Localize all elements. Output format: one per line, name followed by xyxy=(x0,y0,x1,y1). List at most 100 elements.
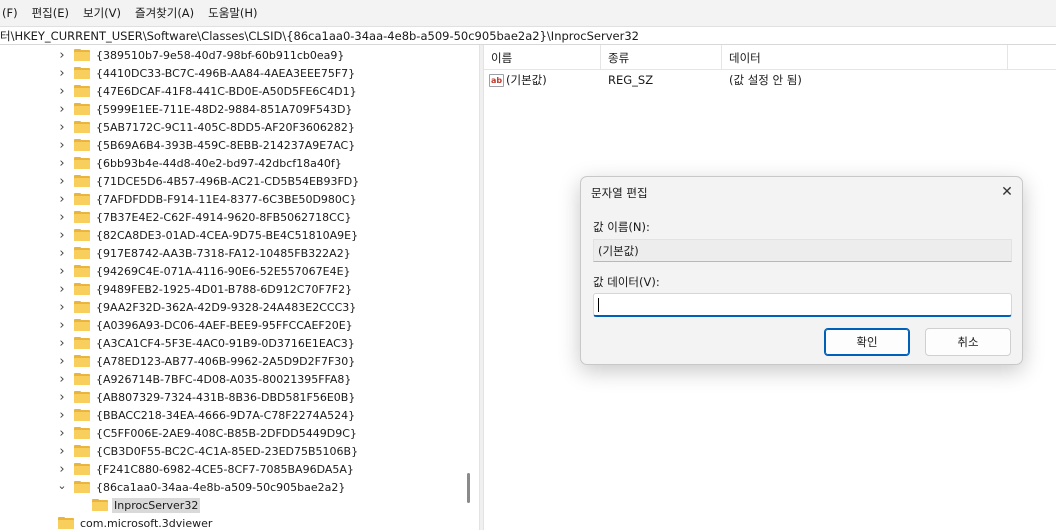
tree-item[interactable]: › {9489FEB2-1925-4D01-B788-6D912C70F7F2} xyxy=(0,280,470,298)
ok-button[interactable]: 확인 xyxy=(824,328,910,356)
tree-item[interactable]: › {F241C880-6982-4CE5-8CF7-7085BA96DA5A} xyxy=(0,460,470,478)
folder-icon xyxy=(74,391,90,403)
column-header-name[interactable]: 이름 xyxy=(484,45,601,70)
chevron-right-icon[interactable]: › xyxy=(56,244,68,262)
tree-item[interactable]: InprocServer32 xyxy=(0,496,470,514)
chevron-right-icon[interactable]: › xyxy=(56,208,68,226)
tree-item[interactable]: › {C5FF006E-2AE9-408C-B85B-2DFDD5449D9C} xyxy=(0,424,470,442)
tree-item[interactable]: › {389510b7-9e58-40d7-98bf-60b911cb0ea9} xyxy=(0,46,470,64)
folder-icon xyxy=(74,463,90,475)
tree-item[interactable]: › {CB3D0F55-BC2C-4C1A-85ED-23ED75B5106B} xyxy=(0,442,470,460)
tree-item-label: {7B37E4E2-C62F-4914-9620-8FB5062718CC} xyxy=(96,210,352,224)
tree-item[interactable]: ⌄ {86ca1aa0-34aa-4e8b-a509-50c905bae2a2} xyxy=(0,478,470,496)
tree-item-label: {86ca1aa0-34aa-4e8b-a509-50c905bae2a2} xyxy=(96,480,346,494)
chevron-right-icon[interactable]: › xyxy=(56,388,68,406)
tree-item[interactable]: › {A78ED123-AB77-406B-9962-2A5D9D2F7F30} xyxy=(0,352,470,370)
chevron-right-icon[interactable]: › xyxy=(56,406,68,424)
chevron-right-icon[interactable]: › xyxy=(56,334,68,352)
folder-icon xyxy=(74,301,90,313)
folder-icon xyxy=(74,85,90,97)
tree-scrollbar-thumb[interactable] xyxy=(467,473,470,503)
folder-icon xyxy=(74,337,90,349)
folder-icon xyxy=(74,265,90,277)
tree-item[interactable]: › {9AA2F32D-362A-42D9-9328-24A483E2CCC3} xyxy=(0,298,470,316)
tree-item[interactable]: › {A0396A93-DC06-4AEF-BEE9-95FFCCAEF20E} xyxy=(0,316,470,334)
tree-item[interactable]: › {94269C4E-071A-4116-90E6-52E557067E4E} xyxy=(0,262,470,280)
string-value-icon: ab xyxy=(489,73,504,87)
dialog-title: 문자열 편집 xyxy=(591,186,648,200)
tree-item-label: {BBACC218-34EA-4666-9D7A-C78F2274A524} xyxy=(96,408,356,422)
tree-item[interactable]: › {917E8742-AA3B-7318-FA12-10485FB322A2} xyxy=(0,244,470,262)
menu-edit[interactable]: 편집(E) xyxy=(25,5,76,21)
tree-item-label: {6bb93b4e-44d8-40e2-bd97-42dbcf18a40f} xyxy=(96,156,342,170)
chevron-right-icon[interactable]: › xyxy=(56,226,68,244)
chevron-right-icon[interactable]: › xyxy=(56,118,68,136)
menu-view[interactable]: 보기(V) xyxy=(76,5,128,21)
tree-item-label: {A926714B-7BFC-4D08-A035-80021395FFA8} xyxy=(96,372,352,386)
tree-item[interactable]: › {BBACC218-34EA-4666-9D7A-C78F2274A524} xyxy=(0,406,470,424)
folder-icon xyxy=(74,193,90,205)
tree-item[interactable]: › {A3CA1CF4-5F3E-4AC0-91B9-0D3716E1EAC3} xyxy=(0,334,470,352)
tree-item[interactable]: › {71DCE5D6-4B57-496B-AC21-CD5B54EB93FD} xyxy=(0,172,470,190)
menu-help[interactable]: 도움말(H) xyxy=(201,5,264,21)
value-data: (값 설정 안 됨) xyxy=(729,73,802,87)
chevron-right-icon[interactable]: › xyxy=(56,280,68,298)
tree-item[interactable]: com.microsoft.3dviewer xyxy=(0,514,470,530)
tree-item-label: {CB3D0F55-BC2C-4C1A-85ED-23ED75B5106B} xyxy=(96,444,359,458)
chevron-right-icon[interactable]: › xyxy=(56,190,68,208)
folder-icon xyxy=(74,427,90,439)
chevron-right-icon[interactable]: › xyxy=(56,424,68,442)
tree-item-label: {917E8742-AA3B-7318-FA12-10485FB322A2} xyxy=(96,246,351,260)
tree-item-label: {389510b7-9e58-40d7-98bf-60b911cb0ea9} xyxy=(96,48,345,62)
tree-item[interactable]: › {5B69A6B4-393B-459C-8EBB-214237A9E7AC} xyxy=(0,136,470,154)
close-icon[interactable]: ✕ xyxy=(997,182,1017,202)
tree-item[interactable]: › {A926714B-7BFC-4D08-A035-80021395FFA8} xyxy=(0,370,470,388)
value-data-input[interactable] xyxy=(593,293,1012,317)
column-header-type[interactable]: 종류 xyxy=(601,45,722,70)
tree-item[interactable]: › {47E6DCAF-41F8-441C-BD0E-A50D5FE6C4D1} xyxy=(0,82,470,100)
chevron-right-icon[interactable]: › xyxy=(56,154,68,172)
tree-item-label: {82CA8DE3-01AD-4CEA-9D75-BE4C51810A9E} xyxy=(96,228,359,242)
address-path[interactable]: 터\HKEY_CURRENT_USER\Software\Classes\CLS… xyxy=(0,28,639,44)
value-name-cell: ab (기본값) xyxy=(484,70,601,90)
tree-item[interactable]: › {7B37E4E2-C62F-4914-9620-8FB5062718CC} xyxy=(0,208,470,226)
tree-item-label: {9AA2F32D-362A-42D9-9328-24A483E2CCC3} xyxy=(96,300,357,314)
folder-icon xyxy=(74,103,90,115)
tree-item-label: {47E6DCAF-41F8-441C-BD0E-A50D5FE6C4D1} xyxy=(96,84,357,98)
tree-item-label: {71DCE5D6-4B57-496B-AC21-CD5B54EB93FD} xyxy=(96,174,360,188)
folder-icon xyxy=(74,355,90,367)
chevron-right-icon[interactable]: › xyxy=(56,370,68,388)
cancel-button[interactable]: 취소 xyxy=(925,328,1011,356)
tree-item-label: {7AFDFDDB-F914-11E4-8377-6C3BE50D980C} xyxy=(96,192,357,206)
chevron-right-icon[interactable]: › xyxy=(56,442,68,460)
menu-file[interactable]: (F) xyxy=(0,6,25,20)
tree-item-label: {A78ED123-AB77-406B-9962-2A5D9D2F7F30} xyxy=(96,354,356,368)
chevron-right-icon[interactable]: › xyxy=(56,172,68,190)
tree-item-label: {F241C880-6982-4CE5-8CF7-7085BA96DA5A} xyxy=(96,462,354,476)
menu-favorites[interactable]: 즐겨찾기(A) xyxy=(128,5,201,21)
registry-tree[interactable]: › {389510b7-9e58-40d7-98bf-60b911cb0ea9} ›… xyxy=(0,45,479,530)
tree-item[interactable]: › {5AB7172C-9C11-405C-8DD5-AF20F3606282} xyxy=(0,118,470,136)
tree-item[interactable]: › {82CA8DE3-01AD-4CEA-9D75-BE4C51810A9E} xyxy=(0,226,470,244)
chevron-right-icon[interactable]: › xyxy=(56,136,68,154)
chevron-right-icon xyxy=(40,514,52,530)
column-header-data[interactable]: 데이터 xyxy=(722,45,1008,70)
chevron-right-icon[interactable]: › xyxy=(56,82,68,100)
tree-item[interactable]: › {5999E1EE-711E-48D2-9884-851A709F543D} xyxy=(0,100,470,118)
chevron-right-icon[interactable]: › xyxy=(56,316,68,334)
tree-item[interactable]: › {AB807329-7324-431B-8B36-DBD581F56E0B} xyxy=(0,388,470,406)
tree-item-label: {9489FEB2-1925-4D01-B788-6D912C70F7F2} xyxy=(96,282,353,296)
chevron-right-icon[interactable]: › xyxy=(56,100,68,118)
list-item[interactable]: ab (기본값) REG_SZ (값 설정 안 됨) xyxy=(484,70,1008,90)
address-bar[interactable]: 터\HKEY_CURRENT_USER\Software\Classes\CLS… xyxy=(0,26,1056,45)
chevron-right-icon[interactable]: › xyxy=(56,262,68,280)
chevron-right-icon[interactable]: › xyxy=(56,64,68,82)
chevron-right-icon[interactable]: › xyxy=(56,298,68,316)
value-name-field: (기본값) xyxy=(593,239,1012,262)
tree-item[interactable]: › {7AFDFDDB-F914-11E4-8377-6C3BE50D980C} xyxy=(0,190,470,208)
chevron-right-icon[interactable]: › xyxy=(56,352,68,370)
tree-item[interactable]: › {4410DC33-BC7C-496B-AA84-4AEA3EEE75F7} xyxy=(0,64,470,82)
tree-item[interactable]: › {6bb93b4e-44d8-40e2-bd97-42dbcf18a40f} xyxy=(0,154,470,172)
chevron-down-icon[interactable]: ⌄ xyxy=(56,476,68,494)
chevron-right-icon[interactable]: › xyxy=(56,46,68,64)
